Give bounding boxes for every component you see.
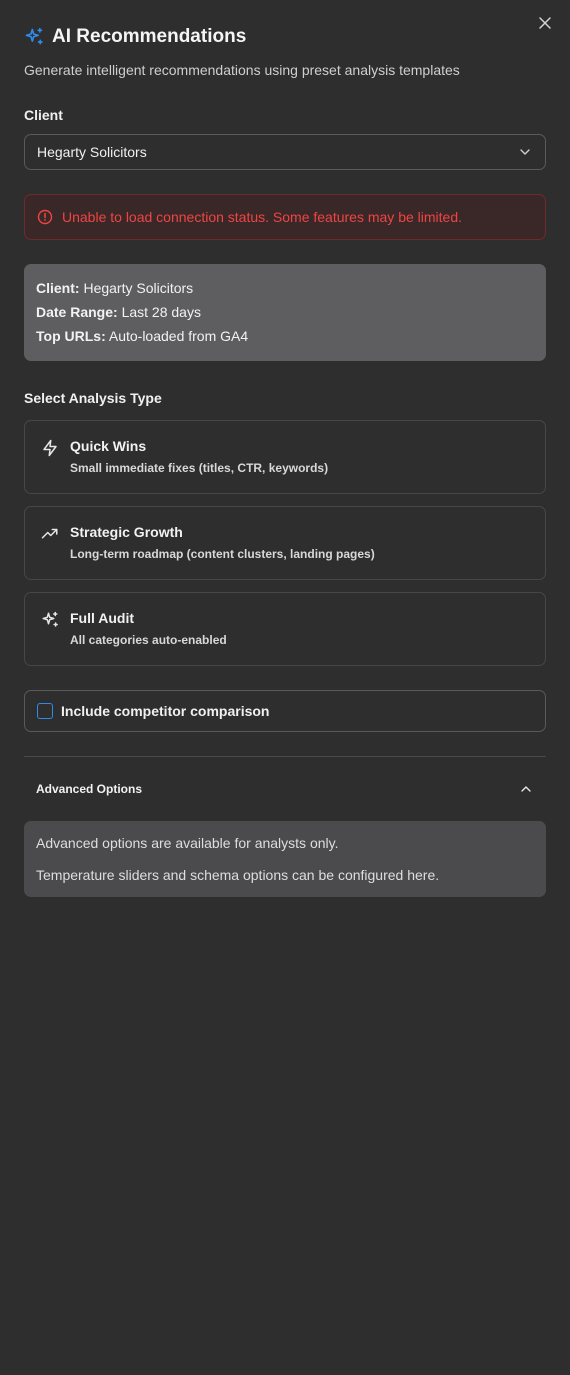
sparkles-icon [42,611,58,627]
chevron-up-icon [521,786,531,792]
panel-header: AI Recommendations [24,0,546,48]
client-label: Client [24,107,63,123]
summary-date-value: Last 28 days [121,304,201,320]
advanced-note-2: Temperature sliders and schema options c… [36,867,440,883]
option-title: Full Audit [70,610,135,626]
connection-alert: Unable to load connection status. Some f… [24,194,546,240]
client-select-value: Hegarty Solicitors [37,144,147,160]
close-icon [539,17,551,29]
summary-date-row: Date Range: Last 28 days [36,300,534,324]
sparkles-icon [25,27,43,45]
summary-client-value: Hegarty Solicitors [83,280,194,296]
option-title: Quick Wins [70,438,147,454]
alert-circle-icon [37,209,53,225]
summary-client-row: Client: Hegarty Solicitors [36,276,534,300]
close-button[interactable] [536,14,554,32]
advanced-note-1: Advanced options are available for analy… [36,835,339,851]
option-description: Small immediate fixes (titles, CTR, keyw… [70,461,329,475]
trending-up-icon [41,528,58,539]
chevron-down-icon [520,149,530,155]
option-title: Strategic Growth [70,524,183,540]
competitor-checkbox-label: Include competitor comparison [61,703,270,719]
analysis-type-label: Select Analysis Type [24,390,162,406]
summary-urls-label: Top URLs: [36,328,106,344]
summary-urls-value: Auto-loaded from GA4 [108,328,249,344]
advanced-options-toggle[interactable]: Advanced Options [24,757,546,821]
competitor-checkbox[interactable] [37,703,53,719]
option-full-audit[interactable]: Full Audit All categories auto-enabled [24,592,546,666]
option-strategic-growth[interactable]: Strategic Growth Long-term roadmap (cont… [24,506,546,580]
option-description: All categories auto-enabled [70,633,227,647]
competitor-comparison-toggle[interactable]: Include competitor comparison [24,690,546,732]
context-summary: Client: Hegarty Solicitors Date Range: L… [24,264,546,361]
option-description: Long-term roadmap (content clusters, lan… [70,547,375,561]
summary-client-label: Client: [36,280,80,296]
option-quick-wins[interactable]: Quick Wins Small immediate fixes (titles… [24,420,546,494]
lightning-icon [43,439,57,457]
advanced-options-body: Advanced options are available for analy… [24,821,546,897]
advanced-options-title: Advanced Options [36,782,143,796]
ai-recommendations-panel: AI Recommendations Generate intelligent … [0,0,570,1375]
alert-message: Unable to load connection status. Some f… [62,209,462,225]
summary-urls-row: Top URLs: Auto-loaded from GA4 [36,324,534,348]
summary-date-label: Date Range: [36,304,118,320]
page-subtitle: Generate intelligent recommendations usi… [24,62,460,78]
client-select[interactable]: Hegarty Solicitors [24,134,546,170]
page-title: AI Recommendations [52,26,247,47]
